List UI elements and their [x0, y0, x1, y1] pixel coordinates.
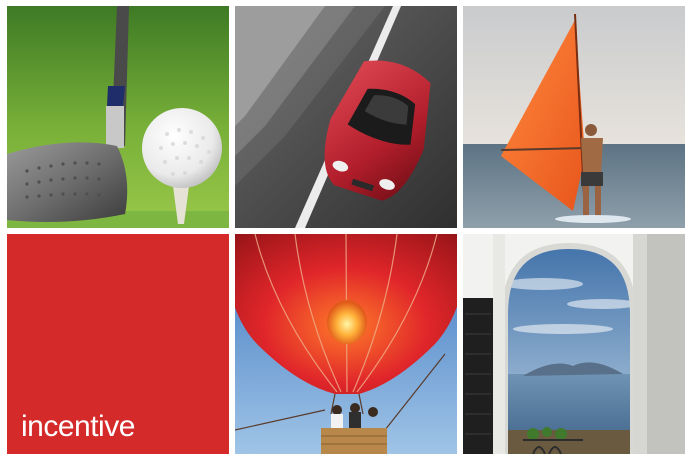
windsurfing-photo	[463, 6, 685, 228]
arched-window-photo	[463, 234, 685, 454]
hot-air-balloon-photo	[235, 234, 457, 454]
brand-label: incentive	[21, 410, 135, 443]
sports-car-photo	[235, 6, 457, 228]
golf-photo	[7, 6, 229, 228]
brand-panel: incentive	[7, 234, 229, 454]
